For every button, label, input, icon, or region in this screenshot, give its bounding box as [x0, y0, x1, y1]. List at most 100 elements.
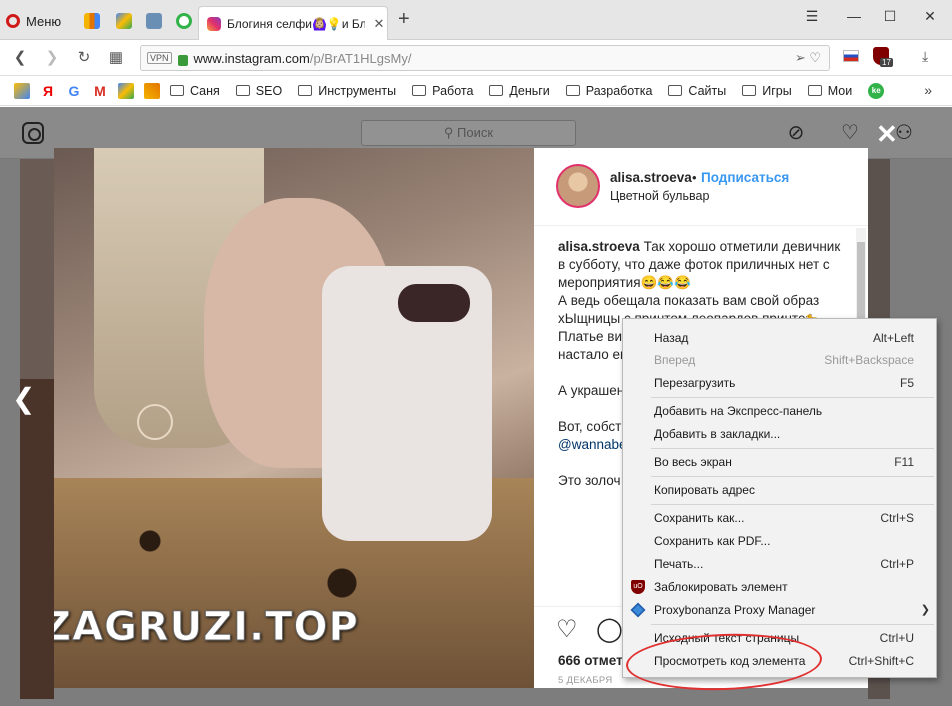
instagram-favicon-icon [207, 16, 221, 31]
instagram-search-input[interactable]: ⚲ Поиск [361, 120, 576, 146]
url-domain: www.instagram.com [193, 50, 310, 66]
adsense-bookmark-icon[interactable] [118, 82, 134, 99]
drive-bookmark-icon[interactable] [14, 82, 30, 99]
activity-heart-icon[interactable]: ♡ [838, 121, 862, 145]
speed-dial-grid-icon[interactable]: ▦ [106, 48, 126, 68]
folder-label: Работа [432, 83, 474, 98]
submenu-arrow-icon: ❯ [920, 604, 930, 616]
menu-item-back[interactable]: Назад Alt+Left [623, 327, 936, 349]
adsense-tab-icon[interactable] [116, 13, 132, 29]
modal-close-icon[interactable]: ✕ [876, 119, 898, 150]
menu-item-label: Добавить в закладки... [654, 427, 781, 441]
opera-menu-button[interactable]: Меню [6, 10, 61, 32]
photo-phone [322, 266, 492, 541]
reload-icon[interactable]: ↻ [74, 48, 94, 68]
forward-arrow-icon[interactable]: ❯ [42, 48, 62, 68]
like-heart-icon[interactable]: ♡ [556, 615, 578, 644]
maximize-button[interactable]: ☐ [878, 8, 902, 25]
gmail-bookmark-icon[interactable]: M [92, 83, 108, 99]
bookmark-folder-work[interactable]: Работа [412, 84, 473, 98]
instagram-logo-icon[interactable] [22, 122, 44, 144]
bookmark-folder-sanya[interactable]: Саня [170, 84, 220, 98]
profile-tab-icon[interactable] [146, 13, 162, 29]
bookmark-folder-money[interactable]: Деньги [489, 84, 550, 98]
tab-close-icon[interactable]: ✕ [371, 16, 387, 32]
caption-mention[interactable]: @wannabe [558, 437, 627, 452]
google-bookmark-icon[interactable]: G [66, 83, 82, 99]
folder-label: Сайты [688, 83, 727, 98]
menu-label: Меню [26, 13, 62, 29]
menu-item-fullscreen[interactable]: Во весь экран F11 [623, 451, 936, 473]
tab-instagram-active[interactable]: Блогиня селфи🙆🏼‍♀️💡и Бло ✕ [198, 6, 388, 40]
menu-item-shortcut: F5 [899, 376, 914, 390]
menu-item-copy-address[interactable]: Копировать адрес [623, 479, 936, 501]
avatar[interactable] [556, 164, 600, 208]
bookmark-folder-games[interactable]: Игры [742, 84, 792, 98]
russia-flag-icon[interactable] [843, 50, 859, 62]
menu-item-reload[interactable]: Перезагрузить F5 [623, 372, 936, 394]
yandex-bookmark-icon[interactable]: Я [40, 83, 56, 99]
back-arrow-icon[interactable]: ❮ [10, 48, 30, 68]
menu-item-label: Печать... [654, 557, 704, 571]
menu-item-label: Вперед [654, 353, 696, 367]
folder-label: SEO [255, 83, 283, 98]
search-icon: ⚲ [443, 125, 458, 140]
explore-compass-icon[interactable]: ⊘ [784, 121, 808, 145]
menu-item-label: Добавить на Экспресс-панель [654, 404, 823, 418]
likes-count[interactable]: 666 отмет [558, 653, 623, 668]
menu-item-proxybonanza[interactable]: Proxybonanza Proxy Manager ❯ [623, 599, 936, 621]
bookmark-folder-sites[interactable]: Сайты [668, 84, 726, 98]
vpn-badge[interactable]: VPN [147, 52, 172, 64]
folder-icon [742, 85, 757, 96]
trends-bookmark-icon[interactable] [144, 82, 160, 99]
post-username[interactable]: alisa.stroeva [610, 170, 692, 185]
url-field[interactable]: VPN www.instagram.com/p/BrAT1HLgsMy/ ➢ ♡ [140, 45, 830, 71]
previous-post-arrow-icon[interactable]: ❮ [12, 382, 35, 415]
menu-item-shortcut: Ctrl+Shift+C [848, 654, 914, 668]
folder-icon [235, 85, 250, 96]
send-and-heart-icons[interactable]: ➢ ♡ [795, 50, 821, 66]
bookmark-folder-tools[interactable]: Инструменты [298, 84, 396, 98]
folder-label: Саня [190, 83, 220, 98]
photo-phone-camera [398, 284, 470, 322]
post-photo[interactable]: ZAGRUZI.TOP [54, 148, 534, 688]
menu-item-label: Перезагрузить [654, 376, 736, 390]
folder-icon [298, 85, 313, 96]
menu-item-label: Копировать адрес [654, 483, 755, 497]
menu-item-shortcut: Shift+Backspace [824, 353, 914, 367]
caption-line-4: настало ег [558, 347, 625, 362]
context-menu: Назад Alt+Left Вперед Shift+Backspace Пере… [622, 318, 937, 678]
green-circle-tab-icon[interactable] [176, 13, 192, 29]
extension-bookmark-icon[interactable]: ke [868, 82, 885, 99]
caption-username[interactable]: alisa.stroeva [558, 239, 640, 254]
minimize-button[interactable]: — [842, 8, 866, 24]
menu-item-add-speed-dial[interactable]: Добавить на Экспресс-панель [623, 400, 936, 422]
menu-item-block-element[interactable]: uO Заблокировать элемент [623, 576, 936, 598]
menu-item-save-as[interactable]: Сохранить как... Ctrl+S [623, 507, 936, 529]
lock-icon[interactable] [177, 54, 188, 66]
menu-item-forward[interactable]: Вперед Shift+Backspace [623, 349, 936, 371]
menu-item-print[interactable]: Печать... Ctrl+P [623, 553, 936, 575]
close-window-button[interactable]: ✕ [918, 8, 942, 25]
new-tab-button[interactable]: + [398, 8, 410, 31]
bookmark-folder-dev[interactable]: Разработка [565, 84, 652, 98]
bookmark-folder-seo[interactable]: SEO [235, 83, 283, 98]
post-location[interactable]: Цветной бульвар [610, 189, 709, 203]
bookmarks-more-button[interactable]: » [924, 82, 932, 98]
download-icon[interactable]: ⤓ [922, 48, 928, 65]
menu-item-label: Во весь экран [654, 455, 732, 469]
menu-item-add-bookmark[interactable]: Добавить в закладки... [623, 423, 936, 445]
ublock-icon: uO [631, 580, 645, 594]
comment-bubble-icon[interactable]: ◯ [596, 615, 623, 644]
analytics-tab-icon[interactable] [84, 13, 100, 29]
follow-button[interactable]: Подписаться [701, 170, 789, 185]
ublock-count-badge: 17 [880, 58, 893, 67]
bookmark-folder-mine[interactable]: Мои [807, 83, 853, 98]
menu-item-save-pdf[interactable]: Сохранить как PDF... [623, 530, 936, 552]
folder-label: Мои [827, 83, 853, 98]
menu-item-shortcut: Ctrl+P [880, 557, 914, 571]
menu-item-label: Proxybonanza Proxy Manager [654, 603, 816, 617]
easy-setup-icon[interactable]: ☰ [800, 8, 824, 25]
url-text[interactable]: www.instagram.com/p/BrAT1HLgsMy/ [194, 51, 412, 66]
folder-icon [412, 85, 427, 96]
